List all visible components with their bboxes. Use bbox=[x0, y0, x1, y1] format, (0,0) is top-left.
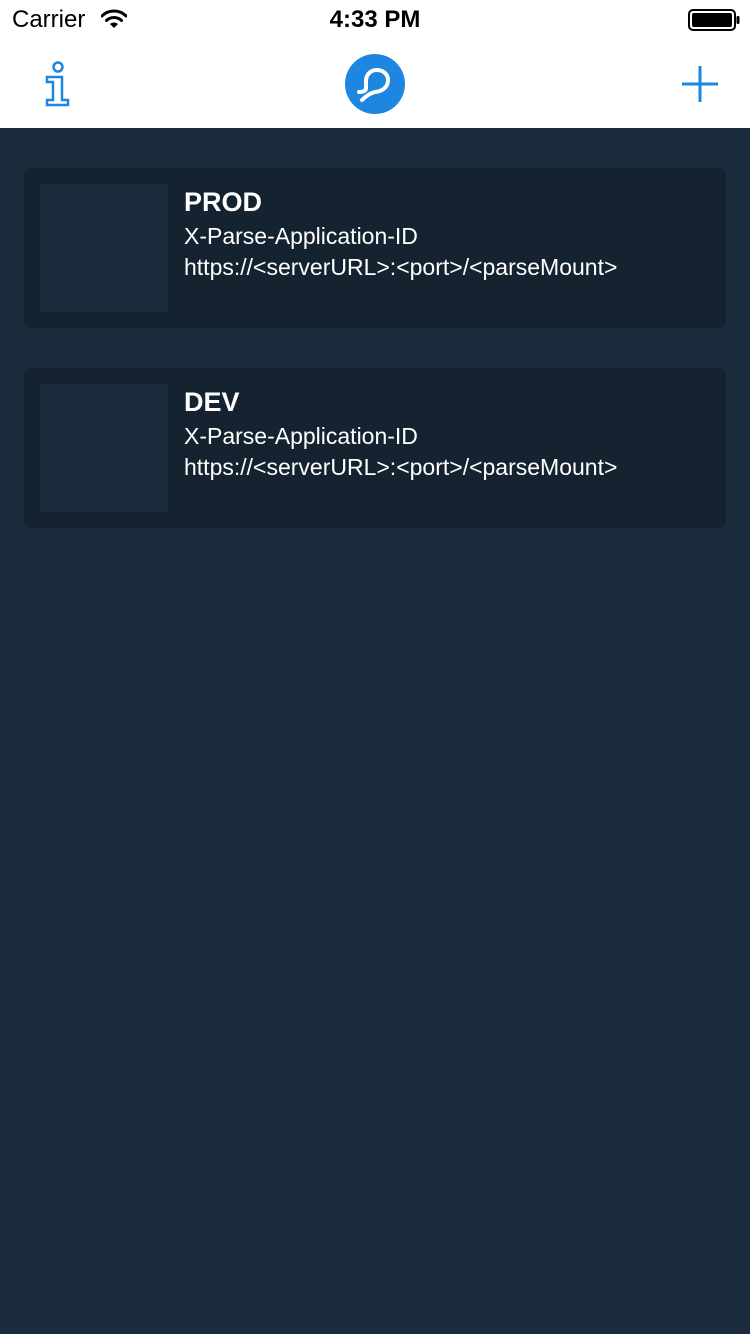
info-button[interactable] bbox=[34, 56, 78, 112]
app-id: X-Parse-Application-ID bbox=[184, 223, 418, 249]
app-thumbnail bbox=[40, 184, 168, 312]
app-card-prod[interactable]: PROD X-Parse-Application-ID https://<ser… bbox=[24, 168, 726, 328]
app-thumbnail bbox=[40, 384, 168, 512]
battery-icon bbox=[688, 9, 740, 31]
parse-logo bbox=[345, 54, 405, 114]
plus-icon bbox=[682, 66, 718, 102]
parse-logo-icon bbox=[345, 54, 405, 114]
add-app-button[interactable] bbox=[676, 60, 724, 108]
status-bar: Carrier 4:33 PM bbox=[0, 0, 750, 40]
info-icon bbox=[45, 61, 70, 107]
nav-bar bbox=[0, 40, 750, 128]
app-id: X-Parse-Application-ID bbox=[184, 423, 418, 449]
app-name: DEV bbox=[184, 387, 240, 417]
server-url: https://<serverURL>:<port>/<parseMount> bbox=[184, 454, 618, 480]
server-url: https://<serverURL>:<port>/<parseMount> bbox=[184, 254, 618, 280]
app-card-dev[interactable]: DEV X-Parse-Application-ID https://<serv… bbox=[24, 368, 726, 528]
app-name: PROD bbox=[184, 187, 263, 217]
app-list: PROD X-Parse-Application-ID https://<ser… bbox=[24, 168, 726, 568]
clock: 4:33 PM bbox=[329, 6, 421, 33]
